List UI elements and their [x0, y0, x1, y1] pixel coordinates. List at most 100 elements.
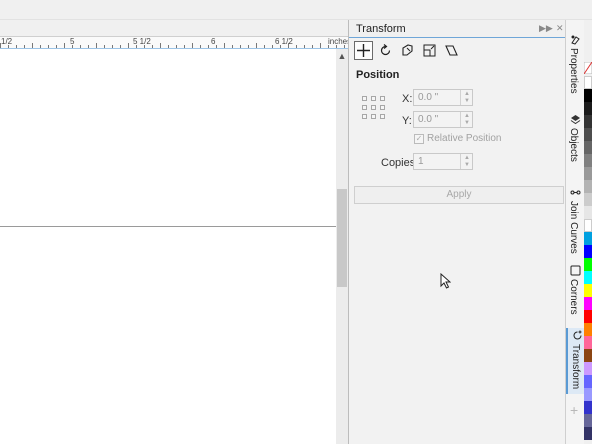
color-swatch[interactable] — [584, 401, 592, 414]
color-swatch[interactable] — [584, 154, 592, 167]
app-window: 1/2 5 5 1/2 6 6 1/2 inches ▲ Transform ▶… — [0, 0, 592, 444]
ruler-tick — [56, 45, 57, 48]
color-swatch[interactable] — [584, 284, 592, 297]
add-docker-icon[interactable]: + — [570, 403, 578, 417]
color-swatch[interactable] — [584, 336, 592, 349]
color-swatch[interactable] — [584, 323, 592, 336]
ruler-tick — [200, 45, 201, 48]
transform-icon — [573, 330, 582, 340]
color-swatch[interactable] — [584, 128, 592, 141]
position-button[interactable] — [354, 41, 373, 60]
color-swatch[interactable] — [584, 76, 592, 89]
tab-label: Objects — [568, 128, 579, 162]
color-swatch[interactable] — [584, 102, 592, 115]
color-swatch[interactable] — [584, 193, 592, 206]
color-swatch[interactable] — [584, 206, 592, 219]
color-swatch[interactable] — [584, 388, 592, 401]
tab-transform[interactable]: Transform — [566, 328, 585, 394]
docker-tab-strip: Properties Objects Join Curves Corners T… — [565, 20, 585, 444]
apply-button[interactable]: Apply — [354, 186, 564, 204]
drawing-canvas[interactable] — [0, 49, 336, 444]
color-swatch[interactable] — [584, 219, 592, 232]
tab-objects[interactable]: Objects — [566, 112, 585, 172]
ruler-tick — [288, 43, 289, 48]
ruler-tick — [192, 43, 193, 48]
horizontal-ruler[interactable]: 1/2 5 5 1/2 6 6 1/2 inches — [0, 36, 351, 49]
tab-join-curves[interactable]: Join Curves — [566, 185, 585, 265]
vertical-scrollbar[interactable]: ▲ — [336, 49, 348, 444]
close-icon[interactable]: ✕ — [556, 23, 564, 34]
anchor-point-grid[interactable] — [362, 96, 386, 120]
checkmark-icon: ✓ — [414, 133, 424, 144]
anchor-point[interactable] — [380, 96, 385, 101]
y-label: Y: — [402, 115, 412, 127]
anchor-point[interactable] — [380, 114, 385, 119]
ruler-tick — [96, 43, 97, 48]
anchor-point[interactable] — [362, 114, 367, 119]
ruler-tick — [320, 43, 321, 48]
ruler-tick — [296, 45, 297, 48]
ruler-tick — [136, 45, 137, 48]
color-swatch[interactable] — [584, 427, 592, 440]
relative-position-label: Relative Position — [427, 133, 502, 144]
ruler-tick — [168, 45, 169, 48]
y-position-field[interactable]: 0.0 " ▲ ▼ — [413, 111, 473, 128]
ruler-tick — [128, 43, 129, 48]
tab-properties[interactable]: Properties — [566, 32, 585, 100]
tab-corners[interactable]: Corners — [566, 263, 585, 327]
skew-button[interactable] — [442, 41, 461, 60]
join-curves-icon — [570, 190, 581, 195]
ruler-tick — [240, 45, 241, 48]
color-swatch[interactable] — [584, 375, 592, 388]
tab-label: Join Curves — [568, 201, 579, 254]
color-swatch[interactable] — [584, 271, 592, 284]
ruler-tick — [104, 45, 105, 48]
anchor-point[interactable] — [371, 105, 376, 110]
color-swatch[interactable] — [584, 297, 592, 310]
anchor-point[interactable] — [362, 96, 367, 101]
size-button[interactable] — [420, 41, 439, 60]
color-swatch[interactable] — [584, 362, 592, 375]
color-swatch[interactable] — [584, 414, 592, 427]
scrollbar-thumb[interactable] — [337, 189, 347, 287]
ruler-tick — [152, 45, 153, 48]
color-swatch[interactable] — [584, 258, 592, 271]
docker-title: Transform — [356, 23, 406, 35]
x-position-field[interactable]: 0.0 " ▲ ▼ — [413, 89, 473, 106]
relative-position-checkbox[interactable]: ✓ Relative Position — [414, 133, 501, 144]
color-palette[interactable] — [583, 20, 592, 444]
rotate-button[interactable] — [376, 41, 395, 60]
no-color-swatch[interactable] — [583, 61, 592, 75]
ruler-tick — [32, 43, 33, 48]
tab-label: Transform — [570, 344, 581, 390]
color-swatch[interactable] — [584, 349, 592, 362]
anchor-point[interactable] — [362, 105, 367, 110]
anchor-point[interactable] — [371, 114, 376, 119]
color-swatch[interactable] — [584, 89, 592, 102]
docker-expand-icon[interactable]: ▶▶ — [539, 23, 553, 34]
color-swatch[interactable] — [584, 115, 592, 128]
anchor-point[interactable] — [371, 96, 376, 101]
anchor-point[interactable] — [380, 105, 385, 110]
mouse-pointer-icon — [440, 273, 451, 289]
scale-mirror-button[interactable] — [398, 41, 417, 60]
color-swatch[interactable] — [584, 232, 592, 245]
ruler-tick — [112, 45, 113, 48]
ruler-tick — [224, 43, 225, 48]
color-swatch[interactable] — [584, 141, 592, 154]
ruler-tick — [88, 45, 89, 48]
docker-title-bar: Transform ▶▶ ✕ — [349, 20, 565, 38]
ruler-tick — [184, 45, 185, 48]
copies-value: 1 — [418, 156, 424, 167]
y-spinner[interactable]: ▲ ▼ — [460, 112, 472, 127]
color-swatch[interactable] — [584, 167, 592, 180]
ruler-tick — [336, 45, 337, 48]
copies-field[interactable]: 1 ▲ ▼ — [413, 153, 473, 170]
color-swatch[interactable] — [584, 245, 592, 258]
color-swatch[interactable] — [584, 180, 592, 193]
scroll-up-arrow-icon[interactable]: ▲ — [337, 51, 347, 61]
x-spinner[interactable]: ▲ ▼ — [460, 90, 472, 105]
copies-spinner[interactable]: ▲ ▼ — [460, 154, 472, 169]
color-swatch[interactable] — [584, 310, 592, 323]
transform-docker: Transform ▶▶ ✕ Position X: 0.0 " ▲ ▼ Y: … — [348, 20, 565, 444]
